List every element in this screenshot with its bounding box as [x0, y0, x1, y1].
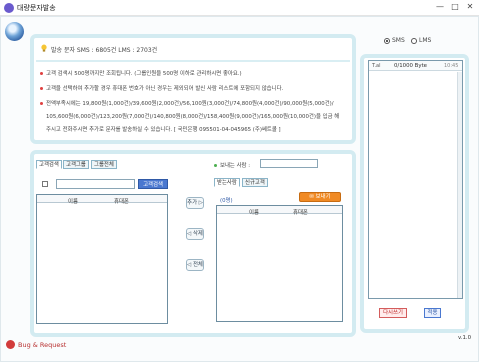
column-name: 이름	[68, 199, 78, 205]
tab-recipients[interactable]: 받는사람	[214, 178, 240, 187]
apply-button[interactable]: 적용	[424, 308, 441, 318]
sender-number-input[interactable]	[260, 159, 318, 168]
recipient-count: (0명)	[220, 198, 233, 204]
add-recipient-button[interactable]: 추가 ▷	[186, 197, 204, 209]
note-line-3: 전액부족시에는 19,800원(1,000건)/39,600원(2,000건)/…	[46, 101, 334, 107]
sms-label: SMS	[392, 37, 405, 44]
sms-radio[interactable]	[384, 38, 390, 44]
title-bar	[0, 0, 479, 16]
bullet-icon	[40, 72, 43, 75]
customer-search-button[interactable]: 고객검색	[138, 179, 168, 189]
lms-radio[interactable]	[411, 38, 417, 44]
send-button[interactable]: ✉ 보내기	[299, 192, 341, 202]
byte-counter: 0/1000 Byte	[394, 63, 427, 69]
rewrite-button[interactable]: 다시쓰기	[379, 308, 407, 318]
lms-label: LMS	[419, 37, 432, 44]
sender-stats: 발송 문자 SMS : 6805건 LMS : 2703건	[51, 47, 158, 54]
tab-customer-search[interactable]: 고객검색	[36, 160, 62, 169]
bullet-icon	[40, 87, 43, 90]
remove-all-button[interactable]: ◁ 전체	[186, 259, 204, 271]
message-scrollbar[interactable]	[457, 72, 462, 298]
minimize-button[interactable]: —	[434, 1, 446, 13]
bug-report-icon	[6, 340, 15, 349]
column-phone: 휴대폰	[293, 210, 308, 216]
recipient-list[interactable]	[216, 205, 343, 322]
note-line-1: 고객 검색시 500명까지만 조회됩니다. (그룹인원을 500명 이하로 관리…	[46, 71, 242, 77]
maximize-button[interactable]: □	[449, 1, 461, 13]
tab-customer-group[interactable]: 고객그룹	[63, 160, 89, 169]
app-icon	[4, 3, 14, 13]
column-name: 이름	[249, 210, 259, 216]
lightbulb-icon	[41, 44, 47, 52]
customer-search-input[interactable]	[56, 179, 135, 189]
note-line-5: 주시고 전화주시면 추가로 문자를 발송하실 수 있습니다. [ 국민은행 09…	[46, 127, 281, 133]
bullet-icon	[40, 102, 43, 105]
message-extra-label: 10:45	[444, 63, 459, 69]
note-line-2: 고객을 선택하여 추가할 경우 휴대폰 번호가 아닌 경우는 제외되어 발신 사…	[46, 86, 284, 92]
send-button-label: 보내기	[315, 194, 331, 200]
column-phone: 휴대폰	[114, 199, 129, 205]
note-line-4: 105,600원(6,000건)/123,200원(7,000건)/140,80…	[46, 114, 340, 120]
message-textarea[interactable]	[368, 60, 463, 299]
remove-recipient-button[interactable]: ◁ 삭제	[186, 228, 204, 240]
message-sub-label: T.al	[372, 63, 381, 69]
tab-group-all[interactable]: 그룹전체	[91, 160, 117, 169]
sender-bullet-icon	[214, 164, 217, 167]
customer-list[interactable]	[36, 194, 168, 324]
recipient-list-header	[217, 206, 342, 214]
bug-request-link[interactable]: Bug & Request	[18, 341, 66, 349]
version-label: v.1.0	[458, 335, 472, 341]
tab-new-customer[interactable]: 신규고객	[242, 178, 268, 187]
select-all-checkbox[interactable]	[42, 181, 48, 187]
app-logo-icon	[5, 22, 24, 41]
sender-label: 보내는 사람 :	[220, 163, 251, 169]
customer-list-header	[37, 195, 167, 203]
window-title: 대량문자발송	[17, 4, 56, 12]
info-divider	[36, 60, 350, 62]
close-button[interactable]: ✕	[464, 1, 476, 13]
